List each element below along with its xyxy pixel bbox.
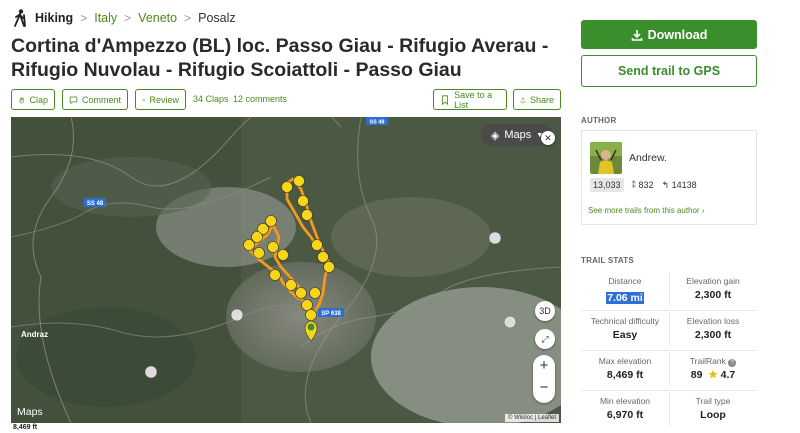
- clap-icon: [19, 96, 24, 103]
- zoom-in-button[interactable]: +: [533, 357, 555, 374]
- download-label: Download: [647, 27, 708, 42]
- page-title: Cortina d'Ampezzo (BL) loc. Passo Giau -…: [11, 35, 549, 81]
- comment-button[interactable]: Comment: [62, 89, 128, 110]
- stat-technical-difficulty: Technical difficulty Easy: [590, 316, 660, 341]
- waypoint-marker: [281, 181, 293, 193]
- star-icon: ★: [708, 369, 718, 381]
- send-to-gps-button[interactable]: Send trail to GPS: [581, 55, 757, 87]
- stat-distance: Distance 7.06 mi: [606, 276, 644, 304]
- poi-binoculars-icon: [488, 231, 502, 245]
- stat-elevation-gain: Elevation gain 2,300 ft: [686, 276, 740, 301]
- stat-trail-type: Trail type Loop: [695, 396, 731, 421]
- breadcrumb-separator: >: [124, 11, 132, 25]
- map-terrain: SS 48 SS 48 SP 638 Andraz: [11, 117, 561, 423]
- map-provider-logo: Maps: [17, 406, 43, 418]
- stat-trailrank: TrailRank ? 89 ★ 4.7: [689, 356, 737, 381]
- waypoint-marker: [251, 231, 263, 243]
- review-button[interactable]: Review: [135, 89, 186, 110]
- star-icon: [142, 97, 146, 102]
- followers-icon: ↰: [661, 179, 670, 190]
- road-label-sp638: SP 638: [321, 311, 341, 317]
- waypoint-marker: [311, 239, 323, 251]
- footprints-icon: ⁑: [631, 179, 637, 190]
- share-icon: [520, 96, 526, 102]
- elevation-note: 8,469 ft: [13, 424, 38, 431]
- clap-label: Clap: [29, 94, 48, 105]
- waypoint-marker: [317, 251, 329, 263]
- road-shield-ss48-left: SS 48: [84, 198, 106, 207]
- trail-actions: Clap Comment Review 34 Claps 12 comments…: [11, 89, 561, 111]
- waypoint-marker: [267, 241, 279, 253]
- author-section-label: AUTHOR: [581, 116, 617, 125]
- comments-count[interactable]: 12 comments: [233, 94, 287, 104]
- clap-button[interactable]: Clap: [11, 89, 55, 110]
- waypoint-marker: [277, 249, 289, 261]
- poi-refuge-icon: [230, 308, 244, 322]
- trail-stats-label: TRAIL STATS: [581, 256, 634, 265]
- waypoint-marker: [265, 215, 277, 227]
- download-button[interactable]: Download: [581, 20, 757, 49]
- fullscreen-icon[interactable]: ⤢: [535, 329, 555, 349]
- comment-label: Comment: [81, 94, 121, 105]
- map-attribution[interactable]: © Wikiloc | Leaflet: [505, 414, 559, 422]
- share-label: Share: [529, 94, 554, 105]
- map-3d-button[interactable]: 3D: [535, 301, 555, 321]
- waypoint-marker: [243, 239, 255, 251]
- poi-refuge-icon: [503, 315, 517, 329]
- breadcrumb-separator: >: [184, 11, 192, 25]
- map-type-label: Maps: [504, 129, 532, 141]
- road-shield-ss48-top: SS 48: [366, 117, 388, 126]
- share-button[interactable]: Share: [513, 89, 561, 110]
- breadcrumb-separator: >: [80, 11, 88, 25]
- author-followers: ↰ 14138: [661, 179, 697, 190]
- save-label: Save to a List: [454, 89, 493, 110]
- road-label-ss48-top: SS 48: [370, 120, 385, 126]
- waypoint-marker: [269, 269, 281, 281]
- trail-map[interactable]: SS 48 SS 48 SP 638 Andraz ◈ Maps ▼ ✕ 3D …: [11, 117, 561, 423]
- author-trails: ⁑ 832: [631, 179, 654, 190]
- breadcrumb-link-italy[interactable]: Italy: [94, 11, 117, 25]
- waypoint-marker: [309, 287, 321, 299]
- road-label-ss48-left: SS 48: [87, 201, 104, 207]
- help-icon[interactable]: ?: [728, 359, 737, 367]
- waypoint-marker: [285, 279, 297, 291]
- stat-elevation-loss: Elevation loss 2,300 ft: [686, 316, 740, 341]
- waypoint-marker: [293, 175, 305, 187]
- poi-peak-icon: [144, 365, 158, 379]
- waypoint-marker: [295, 287, 307, 299]
- review-label: Review: [149, 94, 179, 105]
- waypoint-marker: [301, 209, 313, 221]
- stat-max-elevation: Max elevation 8,469 ft: [598, 356, 652, 381]
- breadcrumb-link-veneto[interactable]: Veneto: [138, 11, 177, 25]
- waypoint-marker: [323, 261, 335, 273]
- waypoint-marker: [297, 195, 309, 207]
- breadcrumb: Hiking > Italy > Veneto > Posalz: [12, 9, 236, 27]
- layers-icon: ◈: [490, 129, 500, 142]
- stat-min-elevation: Min elevation 6,970 ft: [599, 396, 651, 421]
- author-rank: 13,033: [590, 178, 624, 192]
- close-icon[interactable]: ✕: [541, 131, 555, 145]
- waypoint-marker: [253, 247, 265, 259]
- zoom-control: + −: [533, 355, 555, 403]
- stat-distance-value: 7.06 mi: [606, 292, 644, 304]
- download-icon: [631, 29, 642, 41]
- bookmark-icon: [442, 94, 448, 105]
- author-stats: 13,033 ⁑ 832 ↰ 14138: [590, 178, 697, 192]
- comment-icon: [69, 96, 78, 104]
- place-label-andraz: Andraz: [21, 330, 48, 339]
- zoom-out-button[interactable]: −: [533, 379, 555, 396]
- breadcrumb-root[interactable]: Hiking: [35, 11, 73, 25]
- claps-count[interactable]: 34 Claps: [193, 94, 229, 104]
- road-shield-sp638: SP 638: [318, 308, 344, 317]
- author-card: Andrew. 13,033 ⁑ 832 ↰ 14138 See more tr…: [581, 130, 757, 225]
- save-to-list-button[interactable]: Save to a List: [433, 89, 507, 110]
- author-name[interactable]: Andrew.: [629, 152, 667, 164]
- see-more-trails-link[interactable]: See more trails from this author ›: [588, 206, 704, 215]
- waypoint-marker: [301, 299, 313, 311]
- breadcrumb-current: Posalz: [198, 11, 236, 25]
- waypoint-marker: [305, 309, 317, 321]
- hiker-icon: [14, 9, 26, 27]
- avatar[interactable]: [590, 142, 622, 174]
